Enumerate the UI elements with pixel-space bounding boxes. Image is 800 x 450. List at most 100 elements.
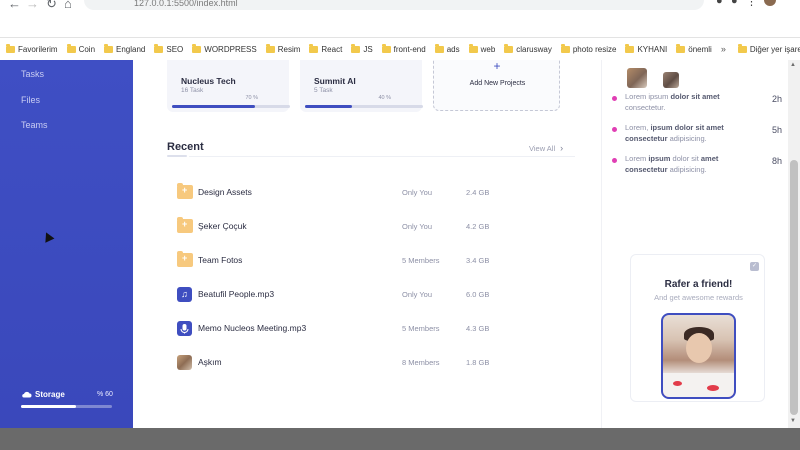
folder-icon [154, 43, 164, 53]
bookmark-wordpress[interactable]: WORDPRESS [192, 43, 257, 54]
file-row[interactable]: Memo Nucleos Meeting.mp3 5 Members 4.3 G… [177, 320, 507, 338]
reload-icon[interactable]: ↻ [46, 0, 57, 12]
sidebar: Tasks Files Teams Storage % 60 [0, 60, 133, 428]
plus-icon: + [493, 60, 501, 73]
home-icon[interactable]: ⌂ [64, 0, 72, 11]
file-owner: Only You [402, 222, 433, 231]
scroll-up-icon[interactable]: ▲ [790, 62, 796, 68]
folder-icon [434, 43, 444, 53]
bookmark-js[interactable]: JS [351, 43, 373, 54]
file-owner: Only You [402, 188, 433, 197]
bookmark-photo-resize[interactable]: photo resize [560, 43, 616, 54]
back-arrow-icon[interactable]: ← [8, 0, 21, 11]
file-name: Design Assets [198, 187, 252, 197]
file-row[interactable]: Şeker Çoçuk Only You 4.2 GB [177, 217, 507, 236]
activity-photo-thumbnail[interactable] [627, 68, 647, 88]
folder-icon [177, 217, 193, 233]
project-name: Summit AI [314, 76, 356, 86]
recent-underline [167, 155, 187, 157]
file-row[interactable]: Aşkım 8 Members 1.8 GB [177, 354, 507, 372]
add-new-project-button[interactable]: + Add New Projects [433, 60, 560, 111]
refer-photo[interactable] [661, 313, 736, 399]
file-owner: 5 Members [402, 256, 440, 265]
microphone-icon [177, 321, 192, 336]
double-chevron-icon[interactable]: » [721, 44, 726, 54]
activity-dot [612, 96, 617, 101]
main-content: Nucleus Tech 16 Task 70 % Summit AI 5 Ta… [133, 60, 601, 428]
add-project-label: Add New Projects [469, 80, 526, 87]
project-card-nucleus-tech[interactable]: Nucleus Tech 16 Task 70 % [167, 60, 290, 112]
file-row[interactable]: Design Assets Only You 2.4 GB [177, 183, 507, 202]
sidebar-item-files[interactable]: Files [21, 95, 40, 105]
address-bar[interactable]: 127.0.0.1:5500/index.html [84, 0, 704, 10]
file-size: 3.4 GB [466, 256, 490, 265]
folder-icon [177, 183, 193, 199]
folder-icon [177, 251, 193, 267]
folder-icon [560, 43, 570, 53]
folder-icon [468, 43, 478, 53]
file-size: 1.8 GB [466, 358, 490, 367]
activity-text: Lorem, ipsum dolor sit amet consectetur … [625, 123, 724, 143]
bookmark-clarusway[interactable]: clarusway [504, 43, 552, 54]
bookmark-other[interactable]: Diğer yer işaretleri [737, 43, 800, 54]
folder-icon [676, 43, 686, 53]
file-name: Aşkım [198, 357, 222, 367]
storage-percent: % 60 [97, 391, 113, 398]
view-all-link[interactable]: View All › [529, 143, 563, 153]
storage-progress-fill [21, 405, 76, 408]
folder-icon [381, 43, 391, 53]
folder-icon [737, 43, 747, 53]
activity-photo-thumbnail[interactable] [663, 72, 679, 88]
file-row[interactable]: Team Fotos 5 Members 3.4 GB [177, 251, 507, 270]
project-percent: 40 % [378, 95, 391, 101]
vertical-scrollbar[interactable]: ▲ ▼ [788, 60, 800, 428]
check-icon[interactable]: ✓ [750, 262, 759, 271]
file-row[interactable]: ♫ Beatufil People.mp3 Only You 6.0 GB [177, 286, 507, 304]
bookmark-coin[interactable]: Coin [66, 43, 95, 54]
chevron-right-icon: › [560, 143, 564, 153]
menu-dots-icon[interactable]: ⋮ [746, 0, 757, 8]
bookmark-kyhani[interactable]: KYHANI [625, 43, 667, 54]
folder-icon [104, 43, 114, 53]
sidebar-item-teams[interactable]: Teams [21, 120, 48, 130]
project-task-count: 16 Task [181, 87, 204, 94]
folder-icon [6, 43, 15, 53]
folder-icon [625, 43, 635, 53]
bookmark-resim[interactable]: Resim [265, 43, 300, 54]
file-owner: 5 Members [402, 324, 440, 333]
file-size: 4.2 GB [466, 222, 490, 231]
project-progress-fill [172, 105, 255, 108]
bookmark-ads[interactable]: ads [434, 43, 460, 54]
project-card-summit-ai[interactable]: Summit AI 5 Task 40 % [300, 60, 423, 112]
bookmark-react[interactable]: React [309, 43, 342, 54]
bookmark-web[interactable]: web [468, 43, 495, 54]
file-owner: Only You [402, 290, 433, 299]
bookmark-seo[interactable]: SEO [154, 43, 183, 54]
activity-time: 8h [772, 156, 783, 166]
project-percent: 70 % [245, 95, 258, 101]
folder-icon [351, 43, 361, 53]
bookmark-england[interactable]: England [104, 43, 145, 54]
extension-icon[interactable]: ● [716, 0, 723, 7]
file-size: 6.0 GB [466, 290, 490, 299]
forward-arrow-icon[interactable]: → [26, 0, 39, 11]
activity-time: 2h [772, 94, 783, 104]
profile-avatar[interactable] [764, 0, 776, 6]
bookmark-onemli[interactable]: önemli [676, 43, 712, 54]
microphone-glyph [180, 324, 189, 334]
file-name: Beatufil People.mp3 [198, 289, 275, 299]
activity-text: Lorem ipsum dolor sit amet consectetur. [625, 92, 720, 112]
file-size: 2.4 GB [466, 188, 490, 197]
bookmark-front-end[interactable]: front-end [381, 43, 426, 54]
bookmark-favorilerim[interactable]: Favorilerim [6, 43, 58, 54]
sidebar-item-tasks[interactable]: Tasks [21, 69, 44, 79]
refer-subtitle: And get awesome rewards [654, 293, 743, 302]
file-size: 4.3 GB [466, 324, 490, 333]
url-text: 127.0.0.1:5500/index.html [134, 0, 238, 8]
refer-title: Rafer a friend! [664, 279, 733, 290]
scroll-down-icon[interactable]: ▼ [790, 418, 796, 424]
activity-dot [612, 127, 617, 132]
extension-icon-2[interactable]: ● [731, 0, 738, 7]
scrollbar-thumb[interactable] [790, 160, 798, 415]
address-row: ← → ↻ ⌂ 127.0.0.1:5500/index.html ● ● ⋮ [0, 0, 800, 12]
